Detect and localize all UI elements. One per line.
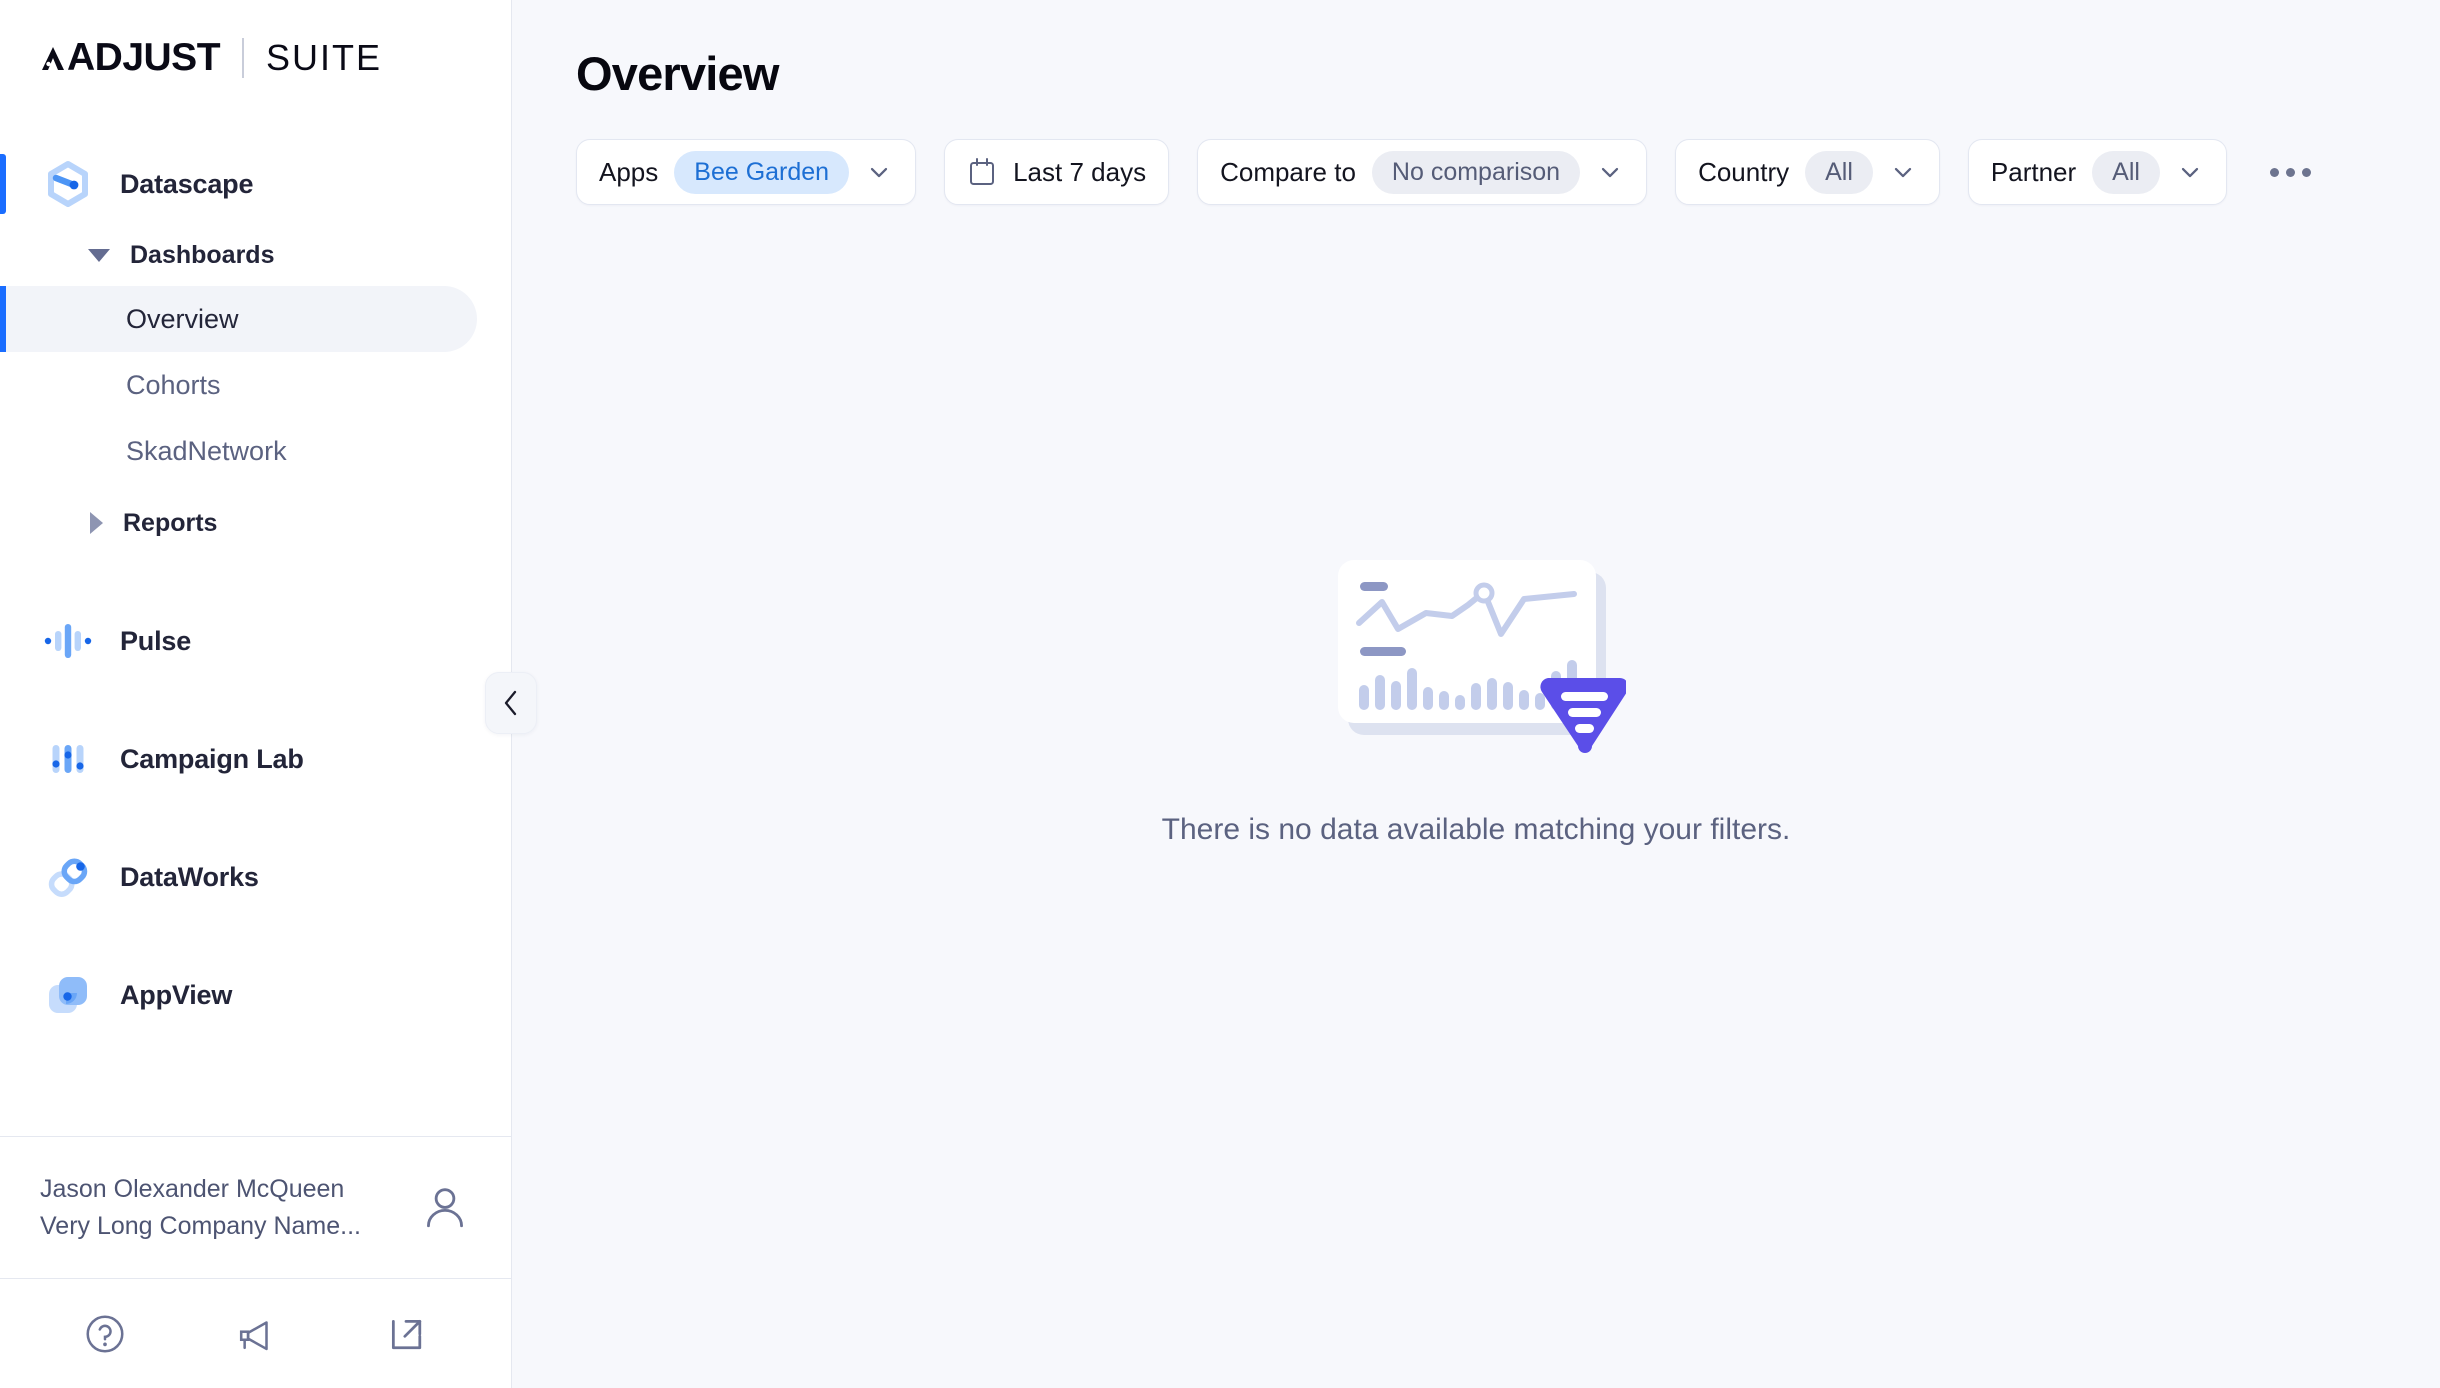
dataworks-link-icon [48, 858, 88, 897]
sidebar-group-dashboards[interactable]: Dashboards [0, 224, 511, 286]
brand-adjust-text: ADJUST [67, 36, 221, 79]
empty-state: There is no data available matching your… [512, 205, 2440, 1388]
sidebar-item-dataworks-label: DataWorks [120, 861, 259, 892]
no-data-chart-with-funnel-illustration [1338, 560, 1626, 753]
ellipsis-horizontal-icon[interactable] [2261, 142, 2321, 202]
filter-partner-label: Partner [1990, 156, 2077, 187]
empty-state-message: There is no data available matching your… [1161, 813, 1791, 846]
dot [2270, 167, 2280, 177]
sidebar-item-skadnetwork[interactable]: SkadNetwork [0, 418, 477, 484]
adjust-suite-logo: ADJUST SUITE [40, 36, 382, 80]
filter-partner-value: All [2092, 150, 2160, 194]
pulse-waveform-icon [44, 624, 92, 658]
page-title: Overview [576, 47, 779, 100]
filter-toolbar: Apps Bee Garden Last 7 days Compare to N… [512, 101, 2440, 205]
brand-header: ADJUST SUITE [0, 0, 511, 112]
chevron-down-icon [1894, 167, 1912, 178]
user-company: Very Long Company Name... [40, 1211, 361, 1240]
sidebar-item-datascape[interactable]: Datascape [0, 144, 511, 224]
campaign-lab-sliders-icon [52, 745, 84, 773]
calendar-icon [970, 158, 995, 185]
sidebar-collapse-button[interactable] [485, 672, 537, 734]
filter-compare-to[interactable]: Compare to No comparison [1197, 139, 1648, 205]
chevron-left-icon [504, 690, 517, 716]
sidebar-item-campaign-lab[interactable]: Campaign Lab [0, 714, 511, 804]
filter-apps[interactable]: Apps Bee Garden [576, 139, 917, 205]
datascape-hexagon-icon [48, 161, 88, 207]
brand-divider [242, 38, 245, 78]
chevron-down-icon [2181, 167, 2199, 178]
active-accent-bar [0, 286, 6, 352]
filter-compare-to-value: No comparison [1371, 150, 1581, 194]
sidebar-item-dataworks[interactable]: DataWorks [0, 832, 511, 922]
chevron-down-icon [1601, 167, 1619, 178]
external-link-icon[interactable] [383, 1311, 429, 1357]
sidebar-item-datascape-label: Datascape [120, 168, 254, 199]
adjust-a-glyph-icon [42, 47, 64, 70]
filter-date-range-label: Last 7 days [1013, 156, 1147, 187]
sidebar-nav: Datascape Dashboards Overview Cohorts Sk… [0, 112, 511, 1136]
filter-country-label: Country [1698, 156, 1790, 187]
filter-country[interactable]: Country All [1675, 139, 1940, 205]
triangle-down-icon [88, 248, 110, 262]
active-accent-bar [0, 154, 6, 214]
sidebar-item-pulse-label: Pulse [120, 625, 192, 656]
app-root: ADJUST SUITE Datascape Dashboards Overvi… [0, 0, 2440, 1388]
sidebar-group-reports[interactable]: Reports [0, 492, 511, 554]
dot [2286, 167, 2296, 177]
megaphone-icon[interactable] [232, 1311, 278, 1357]
help-circle-icon[interactable] [82, 1311, 128, 1357]
user-account-block[interactable]: Jason Olexander McQueen Very Long Compan… [0, 1136, 511, 1278]
filter-date-range[interactable]: Last 7 days [944, 139, 1170, 205]
sidebar: ADJUST SUITE Datascape Dashboards Overvi… [0, 0, 537, 1388]
filter-compare-to-label: Compare to [1220, 156, 1356, 187]
user-name: Jason Olexander McQueen [40, 1175, 345, 1204]
brand-adjust-wordmark: ADJUST [40, 36, 221, 80]
brand-suite-text: SUITE [266, 37, 383, 78]
sidebar-item-cohorts-label: Cohorts [126, 369, 221, 400]
sidebar-item-appview-label: AppView [120, 979, 233, 1010]
main-content: Overview Apps Bee Garden Last 7 days Com… [512, 0, 2440, 1388]
sidebar-item-campaign-lab-label: Campaign Lab [120, 743, 304, 774]
dot [2302, 167, 2312, 177]
sidebar-group-dashboards-label: Dashboards [130, 240, 275, 269]
chevron-down-icon [870, 167, 888, 178]
sidebar-item-cohorts[interactable]: Cohorts [0, 352, 477, 418]
filter-partner[interactable]: Partner All [1967, 139, 2227, 205]
sidebar-item-skadnetwork-label: SkadNetwork [126, 435, 287, 466]
person-icon [427, 1187, 463, 1227]
user-texts: Jason Olexander McQueen Very Long Compan… [40, 1171, 403, 1244]
sidebar-item-pulse[interactable]: Pulse [0, 596, 511, 686]
sidebar-item-overview-label: Overview [126, 303, 239, 334]
filter-apps-value: Bee Garden [674, 150, 850, 194]
appview-squares-icon [49, 977, 87, 1013]
triangle-right-icon [90, 512, 103, 534]
filter-country-value: All [1805, 150, 1873, 194]
sidebar-item-overview[interactable]: Overview [0, 286, 477, 352]
sidebar-footer [0, 1278, 511, 1388]
sidebar-group-reports-label: Reports [123, 508, 218, 537]
filter-apps-label: Apps [599, 156, 659, 187]
sidebar-item-appview[interactable]: AppView [0, 950, 511, 1040]
